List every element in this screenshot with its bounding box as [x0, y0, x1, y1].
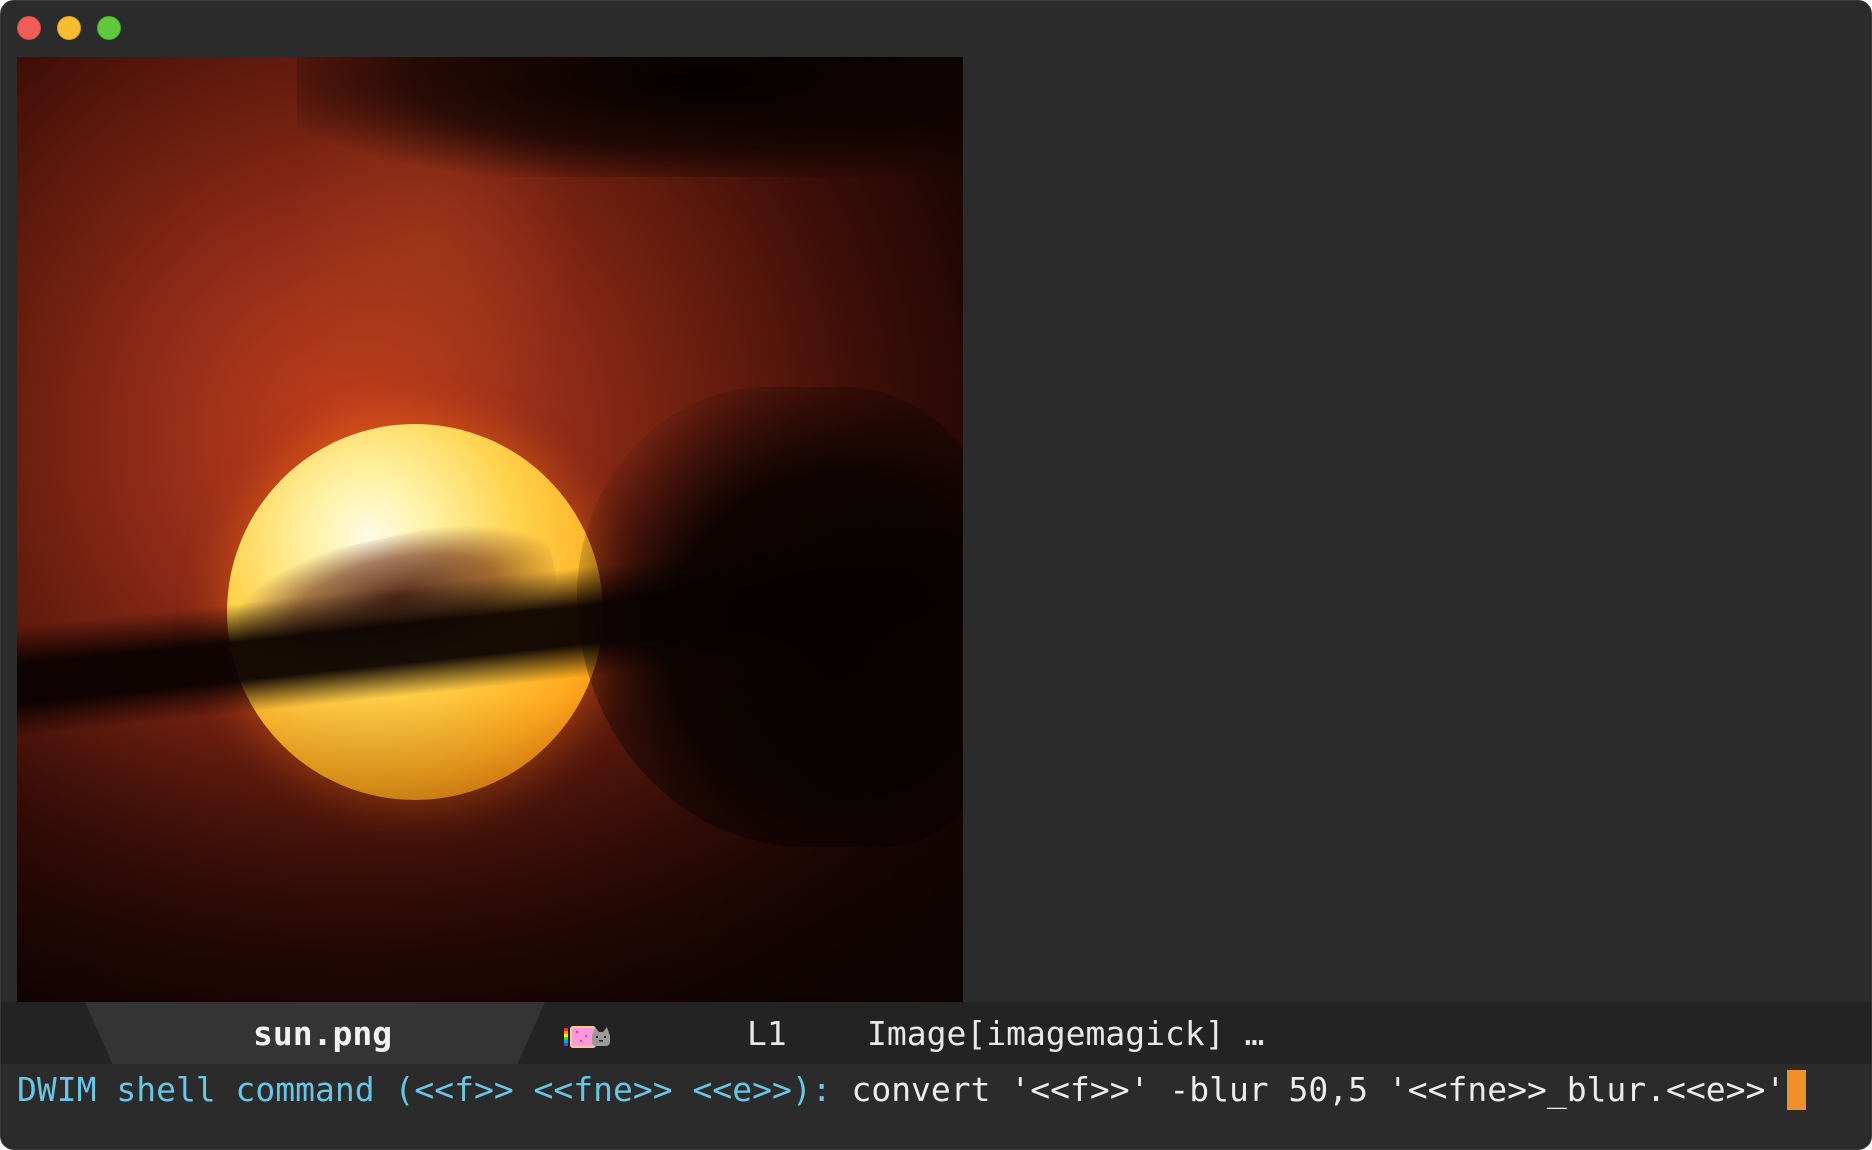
title-bar	[1, 1, 1871, 55]
cloud-shape	[297, 57, 963, 177]
minibuffer[interactable]: DWIM shell command (<<f>> <<fne>> <<e>>)…	[1, 1064, 1871, 1149]
close-button[interactable]	[17, 16, 41, 40]
minibuffer-line[interactable]: DWIM shell command (<<f>> <<fne>> <<e>>)…	[17, 1068, 1807, 1112]
major-mode[interactable]: Image[imagemagick] …	[867, 1016, 1264, 1052]
image-display	[17, 57, 963, 1003]
nyan-cat-icon	[564, 1026, 610, 1048]
emacs-window: sun.png L1 Image[imagemagick] … DWIM she…	[0, 0, 1872, 1150]
buffer-name[interactable]: sun.png	[253, 1016, 392, 1052]
minimize-button[interactable]	[57, 16, 81, 40]
maximize-button[interactable]	[97, 16, 121, 40]
shadow-overlay	[17, 697, 963, 1003]
minibuffer-prompt: DWIM shell command (<<f>> <<fne>> <<e>>)…	[17, 1070, 852, 1109]
mode-line: sun.png L1 Image[imagemagick] …	[1, 1002, 1871, 1064]
text-cursor	[1787, 1070, 1807, 1110]
shell-command-input[interactable]: convert '<<f>>' -blur 50,5 '<<fne>>_blur…	[851, 1070, 1785, 1109]
line-number: L1	[747, 1014, 787, 1053]
